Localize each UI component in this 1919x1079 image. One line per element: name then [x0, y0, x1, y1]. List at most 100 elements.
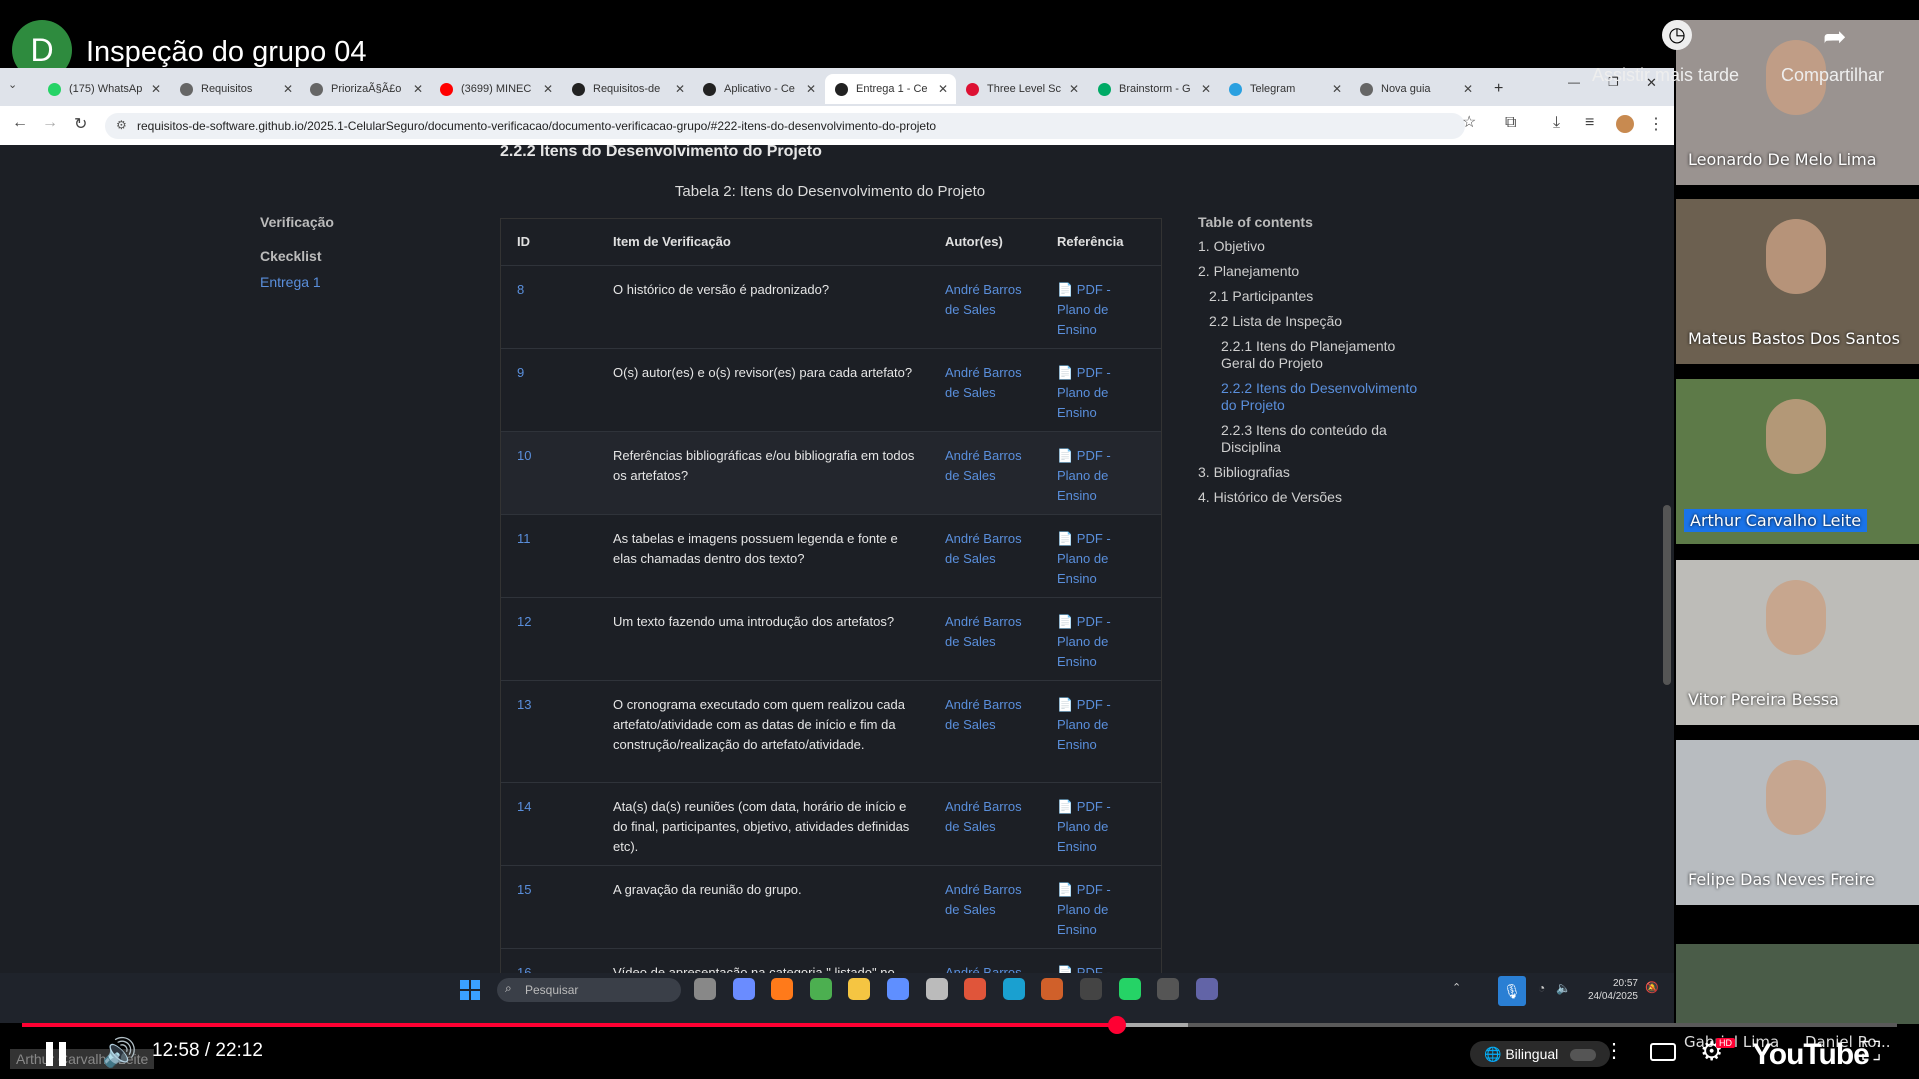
app-orange-icon[interactable] [1041, 978, 1064, 1000]
page-scrollbar-thumb[interactable] [1663, 505, 1671, 685]
row-reference-link[interactable]: 📄 PDF - Plano de Ensino [1057, 695, 1137, 755]
row-id-link[interactable]: 15 [517, 880, 531, 900]
bilingual-toggle[interactable]: 🌐 Bilingual [1470, 1041, 1611, 1067]
row-id-link[interactable]: 11 [517, 529, 531, 549]
reload-icon[interactable]: ↻ [74, 114, 87, 134]
row-id-link[interactable]: 10 [517, 446, 531, 466]
browser-tab[interactable]: Requisitos-de ✕ [562, 74, 693, 104]
row-reference-link[interactable]: 📄 PDF - Plano de Ensino [1057, 446, 1137, 506]
volume-control-icon[interactable]: 🔊 [102, 1036, 137, 1069]
row-id-link[interactable]: 8 [517, 280, 524, 300]
toc-item[interactable]: 3. Bibliografias [1198, 464, 1428, 481]
row-id-link[interactable]: 13 [517, 695, 531, 715]
browser-tab[interactable]: PriorizaÃ§Ã£o ✕ [300, 74, 431, 104]
tool-icon[interactable] [925, 978, 948, 1000]
whatsapp-icon[interactable] [1118, 978, 1141, 1000]
row-author-link[interactable]: André Barros de Sales [945, 446, 1035, 486]
watch-later-label[interactable]: Assistir mais tarde [1592, 65, 1739, 86]
toc-item[interactable]: 2.2.1 Itens do Planejamento Geral do Pro… [1221, 338, 1428, 372]
watch-later-icon[interactable]: ◷ [1662, 20, 1692, 50]
share-icon[interactable]: ➦ [1823, 20, 1846, 53]
app-dark-icon[interactable] [1157, 978, 1180, 1000]
wifi-icon[interactable]: ◔ [1538, 981, 1545, 995]
copilot-icon[interactable] [732, 978, 755, 1000]
media-icon[interactable]: ≡ [1585, 114, 1594, 132]
tab-close-icon[interactable]: ✕ [938, 82, 948, 96]
left-nav-title[interactable]: Verificação [260, 214, 334, 230]
participant-tile[interactable]: Felipe Das Neves Freire [1676, 740, 1919, 905]
forward-icon[interactable]: → [42, 114, 58, 132]
left-nav-group[interactable]: Ckecklist [260, 248, 321, 264]
row-author-link[interactable]: André Barros de Sales [945, 280, 1035, 320]
toc-item[interactable]: 1. Objetivo [1198, 238, 1428, 255]
row-reference-link[interactable]: 📄 PDF - Plano de Ensino [1057, 797, 1137, 857]
firefox-icon[interactable] [771, 978, 794, 1000]
obs-icon[interactable] [1080, 978, 1102, 1000]
taskbar-search[interactable]: Pesquisar [497, 978, 681, 1002]
tab-close-icon[interactable]: ✕ [151, 82, 161, 96]
row-reference-link[interactable]: 📄 PDF - Plano de Ensino [1057, 363, 1137, 423]
extensions-icon[interactable]: ⧉ [1505, 114, 1516, 132]
bilingual-switch[interactable] [1570, 1049, 1597, 1062]
participant-tile[interactable]: Vitor Pereira Bessa [1676, 560, 1919, 725]
tray-chevron-icon[interactable]: ⌃ [1452, 981, 1461, 994]
microphone-icon[interactable]: 🎙 [1498, 976, 1526, 1006]
browser-tab[interactable]: Three Level Sc ✕ [956, 74, 1087, 104]
address-bar[interactable]: requisitos-de-software.github.io/2025.1-… [105, 113, 1465, 139]
tab-close-icon[interactable]: ✕ [1332, 82, 1342, 96]
notifications-icon[interactable]: 🔕 [1645, 981, 1659, 994]
left-nav-link-entrega1[interactable]: Entrega 1 [260, 274, 321, 290]
app-red-icon[interactable] [964, 978, 987, 1000]
browser-tab[interactable]: Brainstorm - G ✕ [1088, 74, 1219, 104]
taskbar-clock[interactable]: 20:57 24/04/2025 [1580, 977, 1638, 1003]
teams-icon[interactable] [1195, 978, 1218, 1000]
browser-tab[interactable]: (3699) MINEC ✕ [430, 74, 561, 104]
row-reference-link[interactable]: 📄 PDF - Plano de Ensino [1057, 529, 1137, 589]
site-info-icon[interactable]: ⚙ [116, 118, 127, 132]
participant-tile[interactable]: Arthur Carvalho Leite [1676, 379, 1919, 544]
subtitles-icon[interactable] [1650, 1043, 1676, 1061]
toc-item[interactable]: 2.2.3 Itens do conteúdo da Disciplina [1221, 422, 1428, 456]
share-label[interactable]: Compartilhar [1781, 65, 1884, 86]
app-icon[interactable] [887, 978, 909, 1000]
tab-close-icon[interactable]: ✕ [1201, 82, 1211, 96]
row-author-link[interactable]: André Barros de Sales [945, 695, 1035, 735]
row-author-link[interactable]: André Barros de Sales [945, 612, 1035, 652]
browser-tab[interactable]: Telegram ✕ [1219, 74, 1350, 104]
chrome-icon[interactable] [809, 978, 832, 1000]
participant-tile[interactable]: Leonardo De Melo Lima [1676, 20, 1919, 185]
browser-tab[interactable]: Entrega 1 - Ce ✕ [825, 74, 956, 104]
menu-kebab-icon[interactable]: ⋮ [1648, 114, 1664, 134]
video-title[interactable]: Inspeção do grupo 04 [86, 36, 367, 69]
new-tab-icon[interactable]: + [1484, 74, 1508, 104]
row-id-link[interactable]: 14 [517, 797, 531, 817]
exit-fullscreen-icon[interactable]: ⛶ [1862, 1036, 1880, 1068]
progress-scrubber[interactable] [1108, 1016, 1126, 1034]
toc-item[interactable]: 2.1 Participantes [1209, 288, 1428, 305]
download-icon[interactable]: ⤓ [1553, 114, 1560, 132]
tab-close-icon[interactable]: ✕ [806, 82, 816, 96]
windows-start-icon[interactable] [460, 980, 480, 1000]
tab-close-icon[interactable]: ✕ [413, 82, 423, 96]
more-options-icon[interactable]: ⋮ [1604, 1038, 1624, 1063]
row-author-link[interactable]: André Barros de Sales [945, 797, 1035, 837]
row-reference-link[interactable]: 📄 PDF - Plano de Ensino [1057, 880, 1137, 940]
row-author-link[interactable]: André Barros de Sales [945, 363, 1035, 403]
tab-close-icon[interactable]: ✕ [675, 82, 685, 96]
row-reference-link[interactable]: 📄 PDF - Plano de Ensino [1057, 280, 1137, 340]
row-id-link[interactable]: 12 [517, 612, 531, 632]
volume-icon[interactable]: 🔈 [1556, 981, 1571, 995]
tab-close-icon[interactable]: ✕ [283, 82, 293, 96]
tab-close-icon[interactable]: ✕ [1069, 82, 1079, 96]
task-view-icon[interactable] [694, 978, 716, 1000]
browser-tab[interactable]: Requisitos ✕ [170, 74, 301, 104]
tab-close-icon[interactable]: ✕ [1463, 82, 1473, 96]
youtube-logo[interactable]: YouTube [1752, 1038, 1870, 1072]
browser-tab[interactable]: Aplicativo - Ce ✕ [693, 74, 824, 104]
bookmark-star-icon[interactable]: ☆ [1462, 112, 1476, 132]
toc-item[interactable]: 4. Histórico de Versões [1198, 489, 1428, 506]
back-icon[interactable]: ← [12, 114, 28, 132]
file-explorer-icon[interactable] [848, 978, 871, 1000]
profile-avatar[interactable] [1616, 115, 1634, 133]
participant-tile[interactable]: Mateus Bastos Dos Santos [1676, 199, 1919, 364]
